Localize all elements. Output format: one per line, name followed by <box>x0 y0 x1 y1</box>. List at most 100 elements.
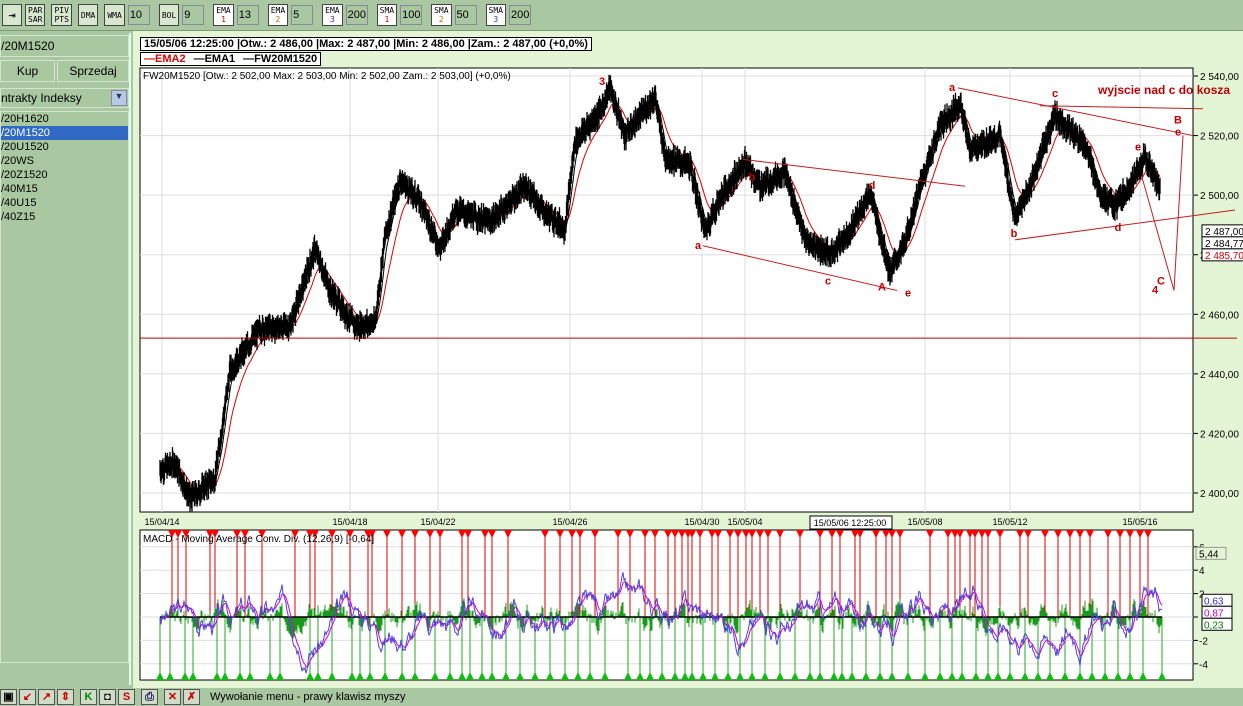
wave-label: 3 <box>599 76 605 88</box>
indicator-period-field[interactable]: 50 <box>454 5 477 25</box>
wave-label: c <box>1052 88 1058 100</box>
indicator-period-field[interactable]: 200 <box>345 5 368 25</box>
status-bar: ▣ ↙ ↗ ⇕ K ◘ S ⎙ ✕ ✗ Wywołanie menu - pra… <box>0 688 1243 706</box>
button-label: PIV PTS <box>54 6 69 24</box>
wave-label: b <box>749 171 756 183</box>
wave-label: C <box>1157 276 1165 288</box>
expand-icon[interactable]: ⇕ <box>57 689 74 705</box>
button-label: EMA <box>270 6 286 15</box>
indicator-ema-3-button[interactable]: EMA 3 <box>322 4 343 26</box>
macd-value-label: 0,23 <box>1204 620 1224 631</box>
indicator-period-field[interactable]: 200 <box>508 5 531 25</box>
price-chart-title: FW20M1520 [Otw.: 2 502,00 Max: 2 503,00 … <box>143 71 511 82</box>
chart-area: 15/05/06 12:25:00 |Otw.: 2 486,00 |Max: … <box>133 31 1243 688</box>
instrument-list-item[interactable]: /40Z15 <box>1 210 128 224</box>
x-tick-label: 15/05/12 <box>992 517 1027 527</box>
chevron-down-icon[interactable]: ▼ <box>111 90 127 106</box>
instrument-list: /20H1620/20M1520/20U1520/20WS/20Z1520/40… <box>0 111 129 663</box>
indicator-sma-3-button[interactable]: SMA 3 <box>485 4 506 26</box>
button-index: 1 <box>384 15 390 24</box>
indicator-ema-1-button[interactable]: EMA 1 <box>213 4 234 26</box>
current-value-label: 2 484,77 <box>1205 239 1243 250</box>
x-tick-label: 15/05/16 <box>1122 517 1157 527</box>
indicator-sma-1-button[interactable]: SMA 1 <box>376 4 398 26</box>
wave-label: d <box>1115 222 1122 234</box>
indicator-sma-2-button[interactable]: SMA 2 <box>431 4 452 26</box>
wave-label: b <box>1011 228 1018 240</box>
wave-label: a <box>949 82 956 94</box>
x-tick-label: 15/04/22 <box>420 517 455 527</box>
instrument-list-item[interactable]: /20H1620 <box>1 112 128 126</box>
indicator-period-field[interactable]: 100 <box>400 5 423 25</box>
price-chart[interactable]: 2 400,002 420,002 440,002 460,002 480,00… <box>133 31 1243 688</box>
indicator-toolbar: ⇥ PAR SAR PIV PTS DMA WMA 10 BOL 9 EMA 1 13 EMA 2 5 EMA… <box>0 0 1243 31</box>
button-index: 3 <box>329 15 335 24</box>
sell-button[interactable]: Sprzedaj <box>57 60 129 82</box>
buy-button[interactable]: Kup <box>0 60 55 82</box>
indicator-par-sar-button[interactable]: PAR SAR <box>25 4 46 26</box>
indicator-ema-2-button[interactable]: EMA 2 <box>267 4 289 26</box>
indicator-period-field[interactable]: 9 <box>182 5 205 25</box>
button-label: DMA <box>80 10 96 20</box>
instrument-list-item[interactable]: /20WS <box>1 154 128 168</box>
disk-icon[interactable]: ▣ <box>0 689 17 705</box>
indicator-wma-button[interactable]: WMA <box>104 4 125 26</box>
wave-label: 4 <box>1152 284 1159 296</box>
left-panel: /20M1520 Kup Sprzedaj ntrakty Indeksy ▼ … <box>0 33 131 685</box>
status-text: Wywołanie menu - prawy klawisz myszy <box>210 691 406 703</box>
delete-icon[interactable]: ✗ <box>183 689 200 705</box>
instrument-list-item[interactable]: /40U15 <box>1 196 128 210</box>
button-label: EMA <box>216 6 231 15</box>
current-value-label: 2 487,00 <box>1205 227 1243 238</box>
window-button[interactable]: ⇥ <box>2 4 22 26</box>
fit-icon[interactable]: ◘ <box>99 689 116 705</box>
indicator-period-field[interactable]: 10 <box>127 5 150 25</box>
wave-label: e <box>1175 127 1181 139</box>
x-tick-label: 15/04/18 <box>332 517 367 527</box>
arrow-out-icon[interactable]: ↗ <box>38 689 55 705</box>
y-tick-label: 2 540,00 <box>1200 72 1239 83</box>
macd-title: MACD - Moving Average Conv. Div. (12,26,… <box>143 534 374 545</box>
macd-value-label: 0,87 <box>1204 608 1224 619</box>
x-tick-label: 15/04/14 <box>144 517 179 527</box>
y-tick-label: 2 400,00 <box>1200 489 1239 500</box>
indicator-period-field[interactable]: 5 <box>291 5 314 25</box>
instrument-list-item[interactable]: /40M15 <box>1 182 128 196</box>
indicator-bol-button[interactable]: BOL <box>158 4 180 26</box>
k-buy-icon[interactable]: K <box>80 689 97 705</box>
cursor-date-label: 15/05/06 12:25:00 <box>814 518 887 528</box>
arrow-in-icon[interactable]: ↙ <box>19 689 36 705</box>
instrument-list-item[interactable]: /20M1520 <box>1 126 128 140</box>
indicator-piv-pts-button[interactable]: PIV PTS <box>51 4 72 26</box>
button-label: WMA <box>107 10 122 20</box>
button-label: SMA <box>379 6 395 15</box>
y-tick-label: -4 <box>1199 660 1208 671</box>
category-select[interactable]: ntrakty Indeksy ▼ <box>0 88 129 108</box>
marker-value-label: 5,44 <box>1199 549 1219 560</box>
delete-all-icon[interactable]: ✕ <box>164 689 181 705</box>
y-tick-label: 2 520,00 <box>1200 132 1239 143</box>
indicator-period-field[interactable]: 13 <box>236 5 259 25</box>
button-label: SMA <box>434 6 449 15</box>
y-tick-label: 2 500,00 <box>1200 191 1239 202</box>
button-label: EMA <box>325 6 340 15</box>
button-index: 2 <box>438 15 444 24</box>
wave-label: d <box>869 180 876 192</box>
s-sell-icon[interactable]: S <box>118 689 135 705</box>
instrument-name: /20M1520 <box>0 35 129 57</box>
y-tick-label: 2 440,00 <box>1200 370 1239 381</box>
y-tick-label: 2 420,00 <box>1200 429 1239 440</box>
wave-label: wyjscie nad c do kosza <box>1097 83 1230 97</box>
x-tick-label: 15/04/30 <box>684 517 719 527</box>
wave-label: a <box>695 240 702 252</box>
wave-label: e <box>905 287 911 299</box>
indicator-dma-button[interactable]: DMA <box>77 4 99 26</box>
x-tick-label: 15/04/26 <box>552 517 587 527</box>
button-index: 3 <box>493 15 499 24</box>
instrument-list-item[interactable]: /20U1520 <box>1 140 128 154</box>
instrument-list-item[interactable]: /20Z1520 <box>1 168 128 182</box>
wave-label: A <box>878 281 886 293</box>
print-icon[interactable]: ⎙ <box>141 689 158 705</box>
current-value-label: 2 485,70 <box>1205 251 1243 262</box>
button-label: BOL <box>161 10 177 20</box>
